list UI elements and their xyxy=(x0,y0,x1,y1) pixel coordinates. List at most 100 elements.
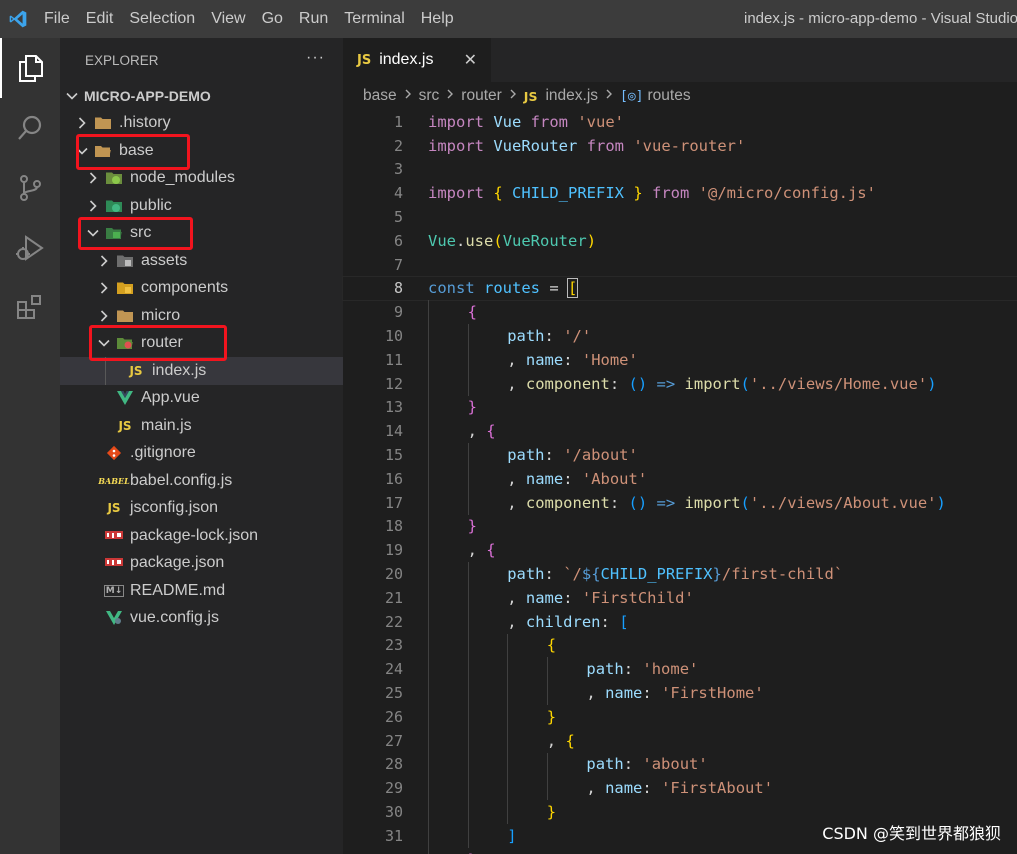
search-icon[interactable] xyxy=(0,98,60,158)
code-line[interactable]: 2 import VueRouter from 'vue-router' xyxy=(343,134,1017,158)
code-token: [ xyxy=(566,278,579,299)
close-icon[interactable]: ✕ xyxy=(464,50,477,70)
menu-item-run[interactable]: Run xyxy=(291,0,336,38)
code-text: , name: 'FirstHome' xyxy=(586,681,763,705)
code-line[interactable]: 13} xyxy=(343,395,1017,420)
indent-guide xyxy=(428,466,429,491)
code-line[interactable]: 27, { xyxy=(343,728,1017,753)
breadcrumb-item[interactable]: base xyxy=(363,87,397,105)
tree-item-public[interactable]: public xyxy=(60,192,343,220)
code-line[interactable]: 12, component: () => import('../views/Ho… xyxy=(343,371,1017,396)
js-file-icon: JS xyxy=(357,52,372,68)
source-control-icon[interactable] xyxy=(0,158,60,218)
menu-item-file[interactable]: File xyxy=(36,0,78,38)
code-line[interactable]: 24 path: 'home' xyxy=(343,657,1017,682)
tree-item-vue-config-js[interactable]: vue.config.js xyxy=(60,605,343,633)
code-line[interactable]: 14, { xyxy=(343,419,1017,444)
tab-label: index.js xyxy=(379,51,434,68)
more-actions-icon[interactable]: ··· xyxy=(306,49,325,67)
menu-item-edit[interactable]: Edit xyxy=(78,0,122,38)
code-line[interactable]: 6 Vue. use(VueRouter) xyxy=(343,229,1017,253)
code-line[interactable]: 25, name: 'FirstHome' xyxy=(343,681,1017,705)
highlight-box-base xyxy=(76,134,190,170)
indent-guide xyxy=(507,800,509,824)
folder-icon xyxy=(116,307,134,325)
code-line[interactable]: 23 { xyxy=(343,633,1017,658)
tree-item-babel-config-js[interactable]: BABEL babel.config.js xyxy=(60,467,343,495)
tree-item-assets[interactable]: assets xyxy=(60,247,343,275)
breadcrumb-item[interactable]: src xyxy=(419,87,440,105)
tab-index-js[interactable]: JS index.js ✕ xyxy=(343,38,491,82)
line-number: 26 xyxy=(384,707,403,726)
code-line[interactable]: 28 path: 'about' xyxy=(343,752,1017,777)
indent-guide xyxy=(507,633,509,658)
code-line[interactable]: 22, children: [ xyxy=(343,609,1017,634)
indent-guide xyxy=(428,562,429,586)
tree-item-jsconfig-json[interactable]: JS jsconfig.json xyxy=(60,495,343,523)
code-token: [ xyxy=(619,612,629,631)
breadcrumb-item[interactable]: router xyxy=(461,87,502,105)
tree-item-package-json[interactable]: package.json xyxy=(60,550,343,578)
menu-item-go[interactable]: Go xyxy=(254,0,291,38)
tree-item-history[interactable]: .history xyxy=(60,110,343,138)
code-line[interactable]: 16, name: 'About' xyxy=(343,466,1017,491)
code-line[interactable]: 20 path: `/${CHILD_PREFIX}/first-child` xyxy=(343,562,1017,586)
menu-item-selection[interactable]: Selection xyxy=(121,0,203,38)
code-text: import Vue from 'vue' xyxy=(428,110,624,134)
line-number: 29 xyxy=(384,779,403,798)
code-line[interactable]: 3 xyxy=(343,158,1017,182)
code-token: : xyxy=(563,588,582,607)
tree-item-app-vue[interactable]: App.vue xyxy=(60,385,343,413)
code-line[interactable]: 9{ xyxy=(343,300,1017,325)
code-line[interactable]: 19, { xyxy=(343,538,1017,563)
code-token: . xyxy=(456,231,466,250)
extensions-icon[interactable] xyxy=(0,278,60,338)
indent-guide xyxy=(467,371,469,396)
code-line[interactable]: 4 import { CHILD_PREFIX } from '@/micro/c… xyxy=(343,181,1017,205)
code-line[interactable]: 1 import Vue from 'vue' xyxy=(343,110,1017,134)
code-line[interactable]: 7 xyxy=(343,253,1017,277)
code-token: : xyxy=(600,612,620,631)
indent-guide xyxy=(428,371,429,396)
code-line[interactable]: 15 path: '/about' xyxy=(343,443,1017,467)
code-line[interactable]: 17, component: () => import('../views/Ab… xyxy=(343,490,1017,515)
code-area[interactable]: 1 import Vue from 'vue' 2 import VueRouter … xyxy=(342,110,1017,854)
code-line[interactable]: 26} xyxy=(343,704,1017,729)
code-line[interactable]: 10 path: '/' xyxy=(343,324,1017,348)
code-line[interactable]: 32} xyxy=(343,847,1017,854)
indent-guide xyxy=(467,324,469,348)
tree-item-label: babel.config.js xyxy=(130,471,233,489)
line-number: 5 xyxy=(393,208,403,227)
tree-item-gitignore[interactable]: .gitignore xyxy=(60,440,343,468)
breadcrumb-file[interactable]: index.js xyxy=(545,87,598,105)
indent-guide xyxy=(467,776,469,801)
tree-item-package-lock-json[interactable]: package-lock.json xyxy=(60,522,343,550)
tree-item-readme-md[interactable]: M↓ README.md xyxy=(60,577,343,605)
code-token: '../views/Home.vue' xyxy=(749,374,928,393)
tree-item-index-js[interactable]: JS index.js xyxy=(60,357,343,385)
code-token: () xyxy=(628,374,657,393)
menu-item-terminal[interactable]: Terminal xyxy=(336,0,412,38)
code-text: } xyxy=(547,800,556,824)
breadcrumb-symbol[interactable]: routes xyxy=(648,87,691,105)
menu-item-help[interactable]: Help xyxy=(413,0,462,38)
run-debug-icon[interactable] xyxy=(0,218,60,278)
code-line[interactable]: 21, name: 'FirstChild' xyxy=(343,585,1017,610)
code-line[interactable]: 11, name: 'Home' xyxy=(343,347,1017,372)
markdown-file-icon: M↓ xyxy=(103,584,125,597)
indent-guide xyxy=(428,657,429,682)
indent-guide xyxy=(428,823,429,848)
tree-item-components[interactable]: components xyxy=(60,275,343,303)
code-line[interactable]: 18} xyxy=(343,514,1017,539)
code-line[interactable]: 29, name: 'FirstAbout' xyxy=(343,776,1017,801)
project-root[interactable]: MICRO-APP-DEMO xyxy=(60,82,343,110)
code-line[interactable]: 8 const routes = [ xyxy=(342,275,1017,302)
menu-item-view[interactable]: View xyxy=(203,0,253,38)
tree-item-main-js[interactable]: JS main.js xyxy=(60,412,343,440)
code-line[interactable]: 5 xyxy=(343,205,1017,229)
line-number: 32 xyxy=(343,851,403,854)
line-number: 11 xyxy=(384,350,403,369)
explorer-icon[interactable] xyxy=(0,38,60,98)
code-token: : xyxy=(609,374,629,393)
